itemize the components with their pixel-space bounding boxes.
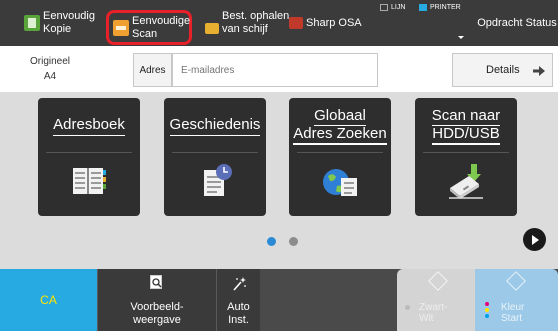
chevron-down-icon[interactable] — [458, 36, 464, 39]
tile-address-book-text: Adresboek — [53, 116, 125, 136]
details-button[interactable]: Details — [452, 53, 553, 87]
tile-address-book-label: Adresboek — [38, 98, 140, 153]
page-indicator-dot[interactable] — [289, 237, 298, 246]
start-icon — [506, 271, 526, 291]
mode-easy-scan-line1: Eenvoudige — [132, 14, 191, 27]
mode-easy-scan-label: Eenvoudige Scan — [132, 15, 190, 41]
tile-global-address-search-label: Globaal Adres Zoeken — [289, 98, 391, 153]
tile-address-book[interactable]: Adresboek — [38, 98, 140, 216]
main-panel: Adresboek Geschiedenis Globaal Adres Zoe… — [0, 92, 558, 269]
mode-sharp-osa-label: Sharp OSA — [306, 16, 362, 29]
line-indicator: LIJN — [380, 4, 405, 11]
tile-history-label: Geschiedenis — [164, 98, 266, 153]
bw-start-label: Zwart- Wit — [419, 302, 447, 324]
original-setting[interactable]: Origineel A4 — [20, 54, 80, 84]
tile-global-address-search-line2: Adres Zoeken — [293, 124, 387, 144]
mode-retrieve-file-label: Best. ophalen van schijf — [222, 10, 289, 36]
tile-divider — [297, 152, 383, 153]
original-size-value: A4 — [43, 71, 57, 82]
address-button[interactable]: Adres — [133, 53, 172, 87]
tile-scan-to-hdd-usb-line1: Scan naar — [431, 106, 501, 126]
color-start-button[interactable]: Kleur Start — [475, 269, 558, 331]
tile-divider — [46, 152, 132, 153]
color-dots-icon — [485, 302, 490, 320]
color-start-label: Kleur Start — [501, 302, 524, 324]
mode-easy-copy-line1: Eenvoudig — [43, 10, 95, 22]
mode-easy-scan[interactable]: Eenvoudige Scan — [106, 10, 192, 45]
preview-label: Voorbeeld- weergave — [98, 301, 216, 327]
email-address-input[interactable] — [172, 53, 378, 87]
mode-retrieve-file-line2: van schijf — [222, 23, 268, 35]
mode-bar: Eenvoudig Kopie Eenvoudige Scan Best. op… — [0, 0, 558, 46]
color-start-label-line1: Kleur — [501, 302, 525, 313]
printer-indicator: PRINTER — [419, 4, 461, 11]
action-bar: CA Voorbeeld- weergave Auto Inst. Zwart-… — [0, 269, 558, 331]
line-indicator-label: LIJN — [391, 4, 406, 11]
hdd-usb-icon — [449, 164, 483, 199]
printer-indicator-label: PRINTER — [430, 4, 461, 11]
preview-button[interactable]: Voorbeeld- weergave — [97, 269, 216, 331]
mode-easy-copy[interactable]: Eenvoudig Kopie — [24, 0, 95, 46]
clear-all-button[interactable]: CA — [0, 269, 97, 331]
auto-settings-button[interactable]: Auto Inst. — [216, 269, 260, 331]
address-book-icon — [73, 168, 106, 194]
mode-easy-copy-line2: Kopie — [43, 23, 72, 35]
copy-icon — [24, 15, 40, 31]
mode-retrieve-file-line1: Best. ophalen — [222, 10, 290, 22]
tile-global-address-search[interactable]: Globaal Adres Zoeken — [289, 98, 391, 216]
preview-label-line1: Voorbeeld- — [130, 301, 184, 313]
magic-wand-icon — [233, 277, 246, 291]
original-label: Origineel — [29, 56, 71, 67]
auto-settings-label: Auto Inst. — [227, 301, 250, 326]
history-icon — [204, 164, 232, 196]
tile-scan-to-hdd-usb-line2: HDD/USB — [432, 124, 500, 144]
tile-history[interactable]: Geschiedenis — [164, 98, 266, 216]
tile-scan-to-hdd-usb-label: Scan naar HDD/USB — [415, 98, 517, 153]
mode-sharp-osa[interactable]: Sharp OSA — [289, 0, 362, 46]
tile-scan-to-hdd-usb-text: Scan naar HDD/USB — [431, 106, 501, 145]
preview-label-line2: weergave — [133, 314, 181, 326]
bw-start-button[interactable]: Zwart- Wit — [397, 269, 475, 331]
global-search-icon — [323, 169, 357, 196]
tile-history-text: Geschiedenis — [169, 116, 261, 136]
scan-icon — [113, 19, 129, 36]
color-start-label-line2: Start — [501, 313, 523, 324]
start-icon — [428, 271, 448, 291]
bw-start-label-line1: Zwart- — [419, 302, 448, 313]
arrow-right-icon — [533, 66, 545, 76]
tile-divider — [172, 152, 258, 153]
page-indicator-dot-active[interactable] — [267, 237, 276, 246]
tile-global-address-search-line1: Globaal — [314, 106, 366, 126]
bw-start-label-line2: Wit — [419, 313, 434, 324]
mode-retrieve-file[interactable]: Best. ophalen van schijf — [205, 0, 289, 46]
preview-icon — [150, 275, 162, 289]
bw-dot-icon — [405, 305, 410, 310]
job-status-button[interactable]: Opdracht Status — [476, 0, 558, 46]
line-indicator-light-icon — [380, 4, 388, 11]
mode-easy-scan-line2: Scan — [132, 27, 158, 40]
details-label: Details — [486, 64, 520, 76]
next-page-button[interactable] — [523, 228, 546, 251]
folder-icon — [205, 22, 219, 34]
printer-indicator-light-icon — [419, 4, 427, 11]
tile-divider — [423, 152, 509, 153]
tile-global-address-search-text: Globaal Adres Zoeken — [293, 106, 387, 145]
mode-easy-copy-label: Eenvoudig Kopie — [43, 10, 95, 36]
tile-scan-to-hdd-usb[interactable]: Scan naar HDD/USB — [415, 98, 517, 216]
sharp-osa-icon — [289, 17, 303, 29]
